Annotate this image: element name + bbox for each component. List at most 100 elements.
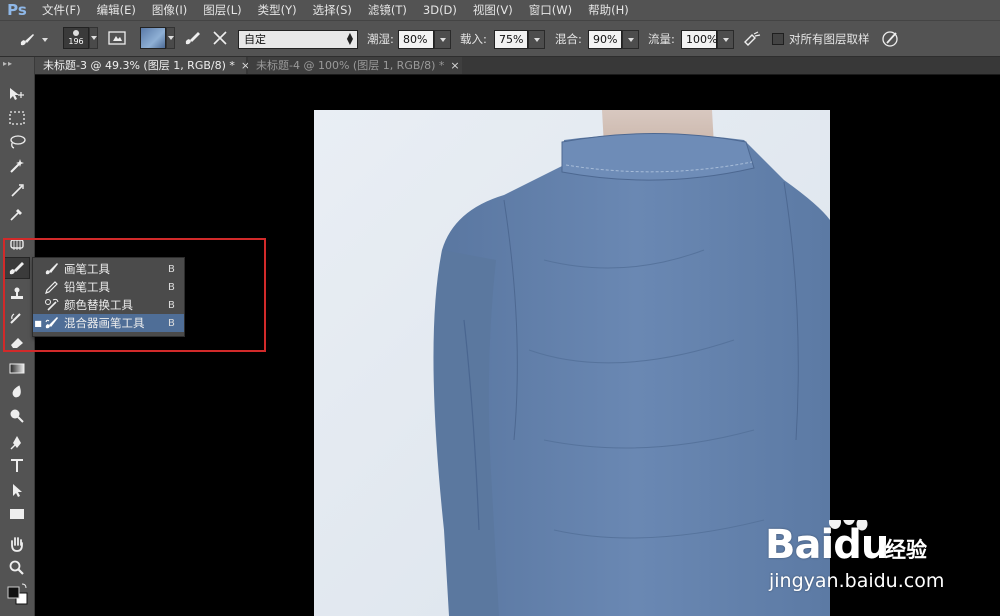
- magic-wand-icon: [8, 158, 26, 174]
- menu-image[interactable]: 图像(I): [144, 0, 195, 20]
- brush-panel-icon: [106, 27, 128, 49]
- rectangle-tool[interactable]: [4, 503, 30, 525]
- chevron-down-icon: [722, 37, 729, 42]
- document-tab-bar: 未标题-3 @ 49.3% (图层 1, RGB/8) * × 未标题-4 @ 1…: [35, 57, 1000, 74]
- hand-icon: [8, 536, 26, 552]
- menu-edit[interactable]: 编辑(E): [89, 0, 144, 20]
- wet-dropdown[interactable]: [434, 30, 451, 49]
- flyout-item-shortcut: B: [168, 317, 175, 329]
- chevron-down-icon: [627, 37, 634, 42]
- flow-dropdown[interactable]: [717, 30, 734, 49]
- flyout-item-brush[interactable]: 画笔工具 B: [33, 260, 184, 278]
- pen-pressure-icon: [880, 28, 902, 50]
- close-icon[interactable]: ×: [450, 59, 459, 72]
- rectangle-icon: [8, 506, 26, 522]
- paint-color-swatch: [140, 26, 166, 49]
- blend-preset-select[interactable]: 自定 ▲ ▼: [238, 30, 358, 49]
- gradient-tool[interactable]: [4, 357, 30, 379]
- menu-3d[interactable]: 3D(D): [415, 0, 465, 20]
- flyout-item-pencil[interactable]: 铅笔工具 B: [33, 278, 184, 296]
- brush-panel-toggle[interactable]: [106, 28, 128, 47]
- menu-type[interactable]: 类型(Y): [250, 0, 305, 20]
- move-tool[interactable]: [4, 83, 30, 105]
- color-replacement-icon: [43, 297, 61, 313]
- tab-document-3[interactable]: 未标题-3 @ 49.3% (图层 1, RGB/8) * ×: [35, 57, 250, 74]
- menu-bar: Ps 文件(F) 编辑(E) 图像(I) 图层(L) 类型(Y) 选择(S) 滤…: [0, 0, 1000, 20]
- path-selection-tool[interactable]: [4, 479, 30, 501]
- chevron-down-icon: [42, 37, 48, 42]
- blend-preset-value: 自定: [244, 33, 266, 46]
- flyout-item-shortcut: B: [168, 281, 175, 293]
- airbrush-icon: [741, 28, 763, 50]
- gradient-icon: [8, 360, 26, 376]
- eraser-tool[interactable]: [4, 331, 30, 353]
- flow-label: 流量:: [648, 32, 675, 46]
- sample-all-layers-checkbox[interactable]: [772, 33, 784, 45]
- chevron-down-icon: [533, 37, 540, 42]
- chevron-down-icon: [90, 35, 97, 40]
- hand-tool[interactable]: [4, 533, 30, 555]
- eyedropper-icon: [8, 206, 26, 222]
- type-t-icon: [8, 458, 26, 474]
- toolbox: ▸▸: [0, 57, 35, 616]
- mixer-brush-tool[interactable]: [4, 257, 30, 279]
- load-input[interactable]: 75%: [494, 30, 528, 49]
- shirt-photo: [314, 110, 830, 616]
- type-tool[interactable]: [4, 455, 30, 477]
- current-load-swatch[interactable]: [140, 26, 175, 49]
- load-brush-icon: [182, 27, 204, 49]
- history-brush-icon: [8, 310, 26, 326]
- spot-healing-icon: [8, 236, 26, 252]
- load-swatch-dropdown[interactable]: [166, 26, 175, 49]
- load-dropdown[interactable]: [528, 30, 545, 49]
- flyout-item-label: 颜色替换工具: [64, 298, 133, 312]
- tab-document-4[interactable]: 未标题-4 @ 100% (图层 1, RGB/8) * ×: [248, 57, 462, 74]
- tool-preset-picker[interactable]: [16, 30, 48, 49]
- airbrush-toggle[interactable]: [741, 29, 763, 48]
- quick-select-tool[interactable]: [4, 155, 30, 177]
- load-brush-button[interactable]: [182, 28, 204, 47]
- pressure-toggle[interactable]: [880, 29, 902, 48]
- updown-arrow-icon: ▲ ▼: [346, 31, 353, 46]
- flyout-item-shortcut: B: [168, 263, 175, 275]
- history-brush-tool[interactable]: [4, 307, 30, 329]
- menu-view[interactable]: 视图(V): [465, 0, 521, 20]
- menu-layer[interactable]: 图层(L): [195, 0, 249, 20]
- flyout-item-color-replacement[interactable]: 颜色替换工具 B: [33, 296, 184, 314]
- chevron-down-icon: [167, 35, 174, 40]
- clone-stamp-tool[interactable]: [4, 283, 30, 305]
- eraser-icon: [8, 334, 26, 350]
- brush-icon: [8, 260, 26, 276]
- menu-select[interactable]: 选择(S): [305, 0, 360, 20]
- brush-size-picker[interactable]: 196: [63, 26, 98, 49]
- toolbox-grip-icon[interactable]: ▸▸: [3, 59, 13, 68]
- load-label: 载入:: [460, 32, 487, 46]
- blur-tool[interactable]: [4, 381, 30, 403]
- menu-help[interactable]: 帮助(H): [580, 0, 637, 20]
- flyout-item-label: 铅笔工具: [64, 280, 110, 294]
- flow-input[interactable]: 100%: [681, 30, 717, 49]
- color-swatches[interactable]: [4, 583, 30, 605]
- zoom-tool[interactable]: [4, 557, 30, 579]
- menu-file[interactable]: 文件(F): [34, 0, 89, 20]
- dodge-tool[interactable]: [4, 405, 30, 427]
- healing-brush-tool[interactable]: [4, 233, 30, 255]
- eyedropper-tool[interactable]: [4, 203, 30, 225]
- document-image: [314, 110, 830, 616]
- mix-dropdown[interactable]: [622, 30, 639, 49]
- wet-input[interactable]: 80%: [398, 30, 434, 49]
- wet-label: 潮湿:: [367, 32, 394, 46]
- lasso-tool[interactable]: [4, 131, 30, 153]
- tab-label: 未标题-3 @ 49.3% (图层 1, RGB/8) *: [43, 59, 235, 72]
- blur-drop-icon: [8, 384, 26, 400]
- mix-input[interactable]: 90%: [588, 30, 622, 49]
- menu-window[interactable]: 窗口(W): [521, 0, 580, 20]
- pen-tool[interactable]: [4, 431, 30, 453]
- marquee-tool[interactable]: [4, 107, 30, 129]
- flyout-item-mixer-brush[interactable]: ■ 混合器画笔工具 B: [33, 314, 184, 332]
- menu-filter[interactable]: 滤镜(T): [360, 0, 415, 20]
- photoshop-logo: Ps: [7, 1, 27, 19]
- crop-tool[interactable]: [4, 179, 30, 201]
- brush-size-dropdown[interactable]: [89, 26, 98, 49]
- clean-brush-button[interactable]: [209, 28, 231, 47]
